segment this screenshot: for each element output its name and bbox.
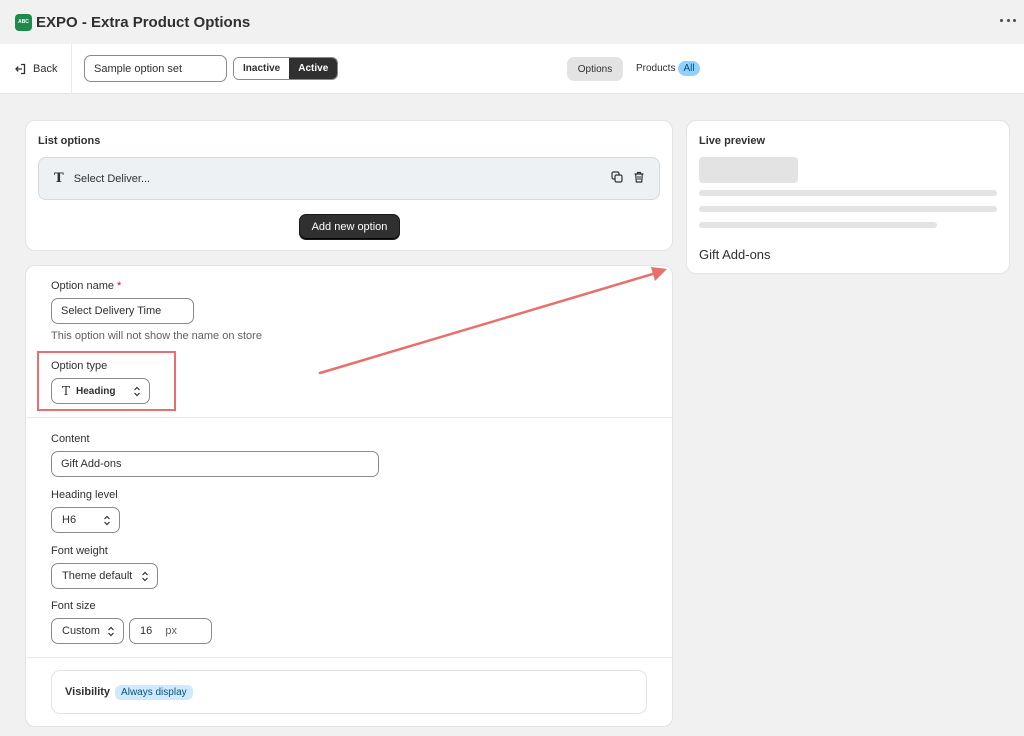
more-horizontal-icon[interactable]: [1000, 12, 1016, 28]
chevron-updown-icon: [104, 515, 110, 526]
font-size-mode-select[interactable]: Custom: [51, 618, 124, 644]
option-type-select[interactable]: T Heading: [51, 378, 150, 404]
heading-level-label: Heading level: [51, 489, 118, 501]
app-logo-icon: ABC: [15, 13, 32, 31]
font-size-unit: px: [165, 625, 177, 637]
visibility-section[interactable]: Visibility Always display: [51, 670, 647, 714]
back-label: Back: [33, 63, 58, 75]
live-preview-card: Live preview Gift Add-ons: [686, 120, 1010, 274]
text-heading-icon: T: [54, 171, 64, 186]
delete-icon[interactable]: [633, 171, 645, 183]
font-size-input[interactable]: 16 px: [129, 618, 212, 644]
tab-options[interactable]: Options: [567, 57, 623, 81]
font-weight-label: Font weight: [51, 545, 108, 557]
back-exit-icon: [15, 63, 26, 75]
list-item[interactable]: T Select Deliver...: [38, 157, 660, 200]
status-active-button[interactable]: Active: [289, 58, 338, 79]
option-type-label: Option type: [51, 360, 108, 372]
visibility-label: Visibility: [65, 686, 111, 698]
font-size-label: Font size: [51, 600, 96, 612]
content-input[interactable]: [51, 451, 379, 477]
tab-products[interactable]: Products All: [636, 61, 700, 76]
option-set-name-input[interactable]: [84, 55, 227, 82]
option-name-label: Option name *: [51, 280, 122, 292]
list-item-label: Select Deliver...: [73, 172, 151, 185]
visibility-badge: Always display: [115, 684, 193, 700]
font-weight-select[interactable]: Theme default: [51, 563, 158, 589]
section-divider: [26, 657, 672, 658]
duplicate-icon[interactable]: [611, 171, 623, 183]
toolbar: Back Inactive Active Options Products Al…: [0, 44, 1024, 94]
section-divider: [26, 417, 672, 418]
status-inactive-button[interactable]: Inactive: [234, 58, 290, 79]
status-toggle: Inactive Active: [233, 57, 339, 80]
preview-skeleton-image: [699, 157, 798, 183]
back-button[interactable]: Back: [0, 44, 72, 94]
text-heading-icon: T: [62, 384, 71, 398]
preview-skeleton-line: [699, 190, 997, 196]
list-options-card: List options T Select Deliver... Add new…: [25, 120, 673, 251]
tab-products-label: Products: [636, 63, 676, 74]
heading-level-select[interactable]: H6: [51, 507, 120, 533]
chevron-updown-icon: [108, 626, 114, 637]
content-label: Content: [51, 433, 90, 445]
chevron-updown-icon: [142, 571, 148, 582]
chevron-updown-icon: [134, 386, 140, 397]
required-mark: *: [117, 280, 122, 292]
option-name-input[interactable]: [51, 298, 194, 324]
list-options-title: List options: [38, 135, 101, 147]
preview-heading-text: Gift Add-ons: [699, 247, 771, 262]
app-title: EXPO - Extra Product Options: [36, 13, 251, 31]
products-badge: All: [678, 61, 700, 76]
option-name-help: This option will not show the name on st…: [51, 330, 262, 342]
row-actions: [611, 171, 645, 183]
option-editor-card: Option name * This option will not show …: [25, 265, 673, 727]
preview-skeleton-line: [699, 222, 937, 228]
preview-skeleton-line: [699, 206, 997, 212]
live-preview-title: Live preview: [699, 135, 766, 147]
app-titlebar: ABC EXPO - Extra Product Options: [0, 0, 1024, 44]
add-new-option-button[interactable]: Add new option: [299, 214, 400, 240]
